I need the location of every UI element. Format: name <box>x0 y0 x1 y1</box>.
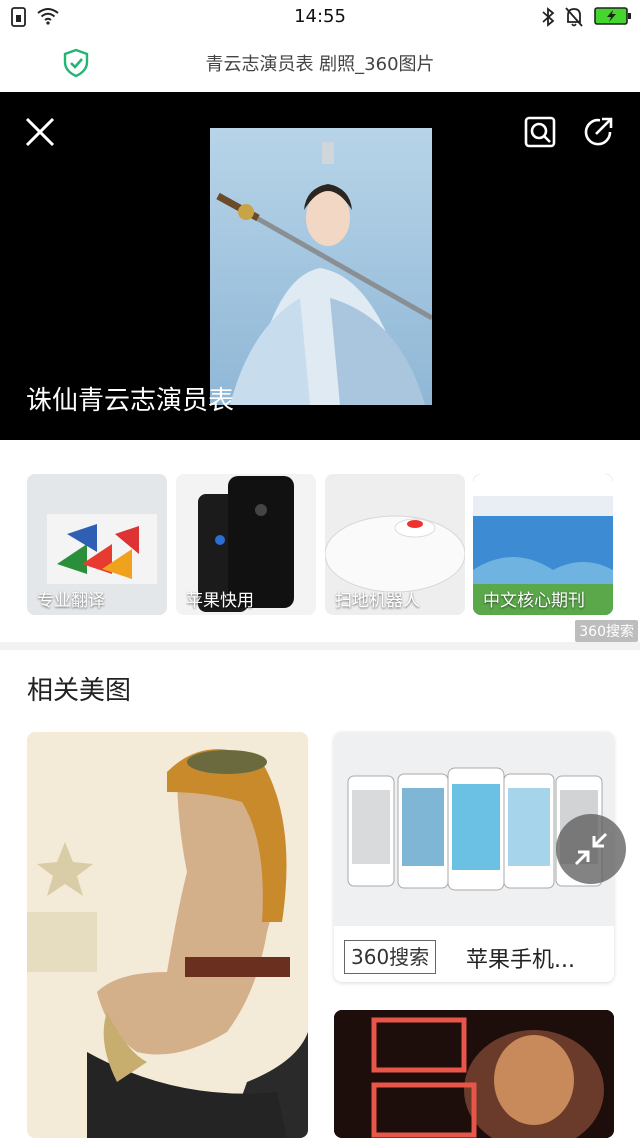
related-section-title: 相关美图 <box>27 676 132 706</box>
title-bar: 青云志演员表 剧照_360图片 <box>0 36 640 92</box>
share-icon[interactable] <box>582 116 614 148</box>
page-title: 青云志演员表 剧照_360图片 <box>205 54 435 75</box>
ad-source-badge: 360搜索 <box>575 620 638 642</box>
main-photo[interactable] <box>210 128 432 405</box>
source-tag: 360搜索 <box>344 940 437 974</box>
card-title: 苹果手机... <box>466 948 575 973</box>
photo-caption: 诛仙青云志演员表 <box>26 386 235 416</box>
ad-card-robot-vacuum[interactable]: 扫地机器人 <box>325 474 465 615</box>
ad-strip: 专业翻译 苹果快用 扫地机器人 中文核心期刊 360搜索 <box>0 440 640 642</box>
collapse-arrows-icon <box>574 832 608 866</box>
ad-label: 扫地机器人 <box>335 591 420 611</box>
section-divider <box>0 642 640 650</box>
image-viewer: 诛仙青云志演员表 <box>0 92 640 440</box>
close-icon[interactable] <box>24 116 56 148</box>
status-bar: 14:55 <box>0 0 640 36</box>
bluetooth-icon <box>542 7 555 27</box>
ad-label: 中文核心期刊 <box>483 591 585 611</box>
related-image-pinup[interactable] <box>27 732 308 1138</box>
collapse-float-button[interactable] <box>556 814 626 884</box>
ad-label: 专业翻译 <box>37 591 105 611</box>
ad-label: 苹果快用 <box>186 591 254 611</box>
neon-sign-image <box>334 1010 614 1138</box>
ad-card-apple[interactable]: 苹果快用 <box>176 474 316 615</box>
pinup-image <box>27 732 308 1138</box>
image-search-icon[interactable] <box>524 116 556 148</box>
ad-card-journal[interactable]: 中文核心期刊 <box>473 474 613 615</box>
battery-icon <box>594 7 631 25</box>
ad-card-translation[interactable]: 专业翻译 <box>27 474 167 615</box>
mute-bell-icon <box>565 7 583 27</box>
related-image-live-nude-sign[interactable] <box>334 1010 614 1138</box>
